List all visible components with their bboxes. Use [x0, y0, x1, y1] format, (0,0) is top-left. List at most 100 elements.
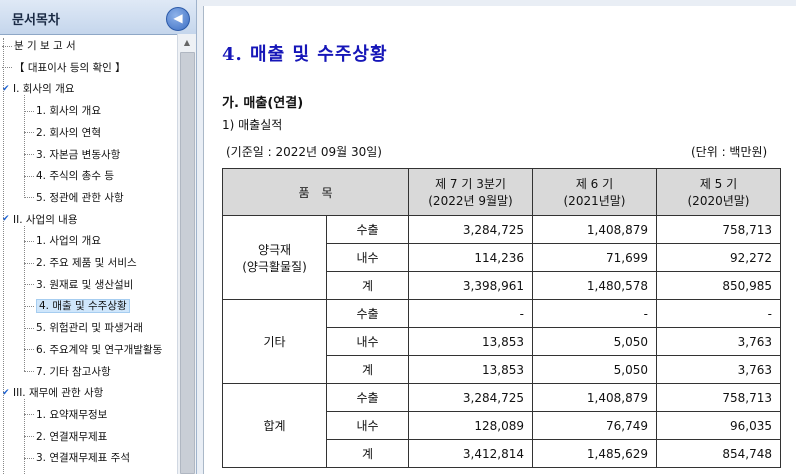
toc-item[interactable]: 【 대표이사 등의 확인 】 — [2, 58, 126, 78]
toc-item[interactable]: 5. 위험관리 및 파생거래 — [24, 318, 143, 338]
header-col-2: 제 6 기 (2021년말) — [532, 168, 657, 216]
toc-item-label: 5. 위험관리 및 파생거래 — [36, 322, 143, 335]
value-cell: 128,089 — [408, 411, 533, 440]
value-cell: 3,763 — [656, 327, 781, 356]
table-row: 합계 수출 3,284,725 1,408,879 758,713 — [222, 383, 781, 468]
table-header-row: 품 목 제 7 기 3분기 (2022년 9월말) 제 6 기 (2021년말) 제… — [222, 168, 781, 216]
value-cell: 96,035 — [656, 411, 781, 440]
value-cell: 5,050 — [532, 327, 657, 356]
group-name: 기타 — [263, 335, 286, 349]
unit-note: (단위 : 백만원) — [691, 145, 768, 159]
row-type-cell: 계 — [326, 355, 409, 384]
row-type-cell: 내수 — [326, 327, 409, 356]
scrollbar-thumb[interactable] — [180, 52, 195, 474]
toc-item[interactable]: 4. 재무제표 — [24, 470, 88, 474]
group-name-sub: (양극활물질) — [242, 259, 307, 274]
scroll-up-arrow-icon[interactable]: ▲ — [179, 36, 195, 50]
toc-item-label: 2. 연결재무제표 — [36, 430, 108, 443]
toc-item[interactable]: 3. 원재료 및 생산설비 — [24, 275, 133, 295]
toc-item[interactable]: ✔ I. 회사의 개요 — [2, 79, 74, 99]
toc-item[interactable]: 6. 주요계약 및 연구개발활동 — [24, 340, 162, 360]
toc-item[interactable]: 분 기 보 고 서 — [2, 36, 76, 56]
sidebar-scrollbar[interactable]: ▲ — [177, 34, 196, 474]
toc-item[interactable]: 1. 요약재무정보 — [24, 405, 107, 425]
tree-guide-line — [3, 38, 4, 474]
value-cell: 758,713 — [656, 215, 781, 244]
sub-heading: 가. 매출(연결) — [222, 96, 304, 111]
table-row: 양극재 (양극활물질) 수출 3,284,725 1,408,879 758,713 — [222, 215, 781, 300]
header-col-1: 제 7 기 3분기 (2022년 9월말) — [408, 168, 533, 216]
sales-table: 품 목 제 7 기 3분기 (2022년 9월말) 제 6 기 (2021년말) 제… — [222, 168, 781, 468]
value-cell: - — [408, 299, 533, 328]
row-type-cell: 수출 — [326, 383, 409, 412]
value-cell: 3,763 — [656, 355, 781, 384]
row-type-cell: 수출 — [326, 215, 409, 244]
row-type-cell: 수출 — [326, 299, 409, 328]
tree-connector — [24, 305, 34, 307]
value-cell: 114,236 — [408, 243, 533, 272]
value-cell: 76,749 — [532, 411, 657, 440]
header-col-3-line1: 제 5 기 — [699, 177, 738, 191]
toc-item[interactable]: ✔ III. 재무에 관한 사항 — [2, 383, 103, 403]
value-cell: 3,412,814 — [408, 439, 533, 468]
chevron-left-icon[interactable]: ◀ — [166, 7, 190, 31]
value-cell: 13,853 — [408, 327, 533, 356]
toc-item-label: 1. 요약재무정보 — [36, 408, 108, 421]
toc-item[interactable]: 7. 기타 참고사항 — [24, 362, 111, 382]
toc-item-label: 분 기 보 고 서 — [14, 40, 76, 52]
value-cell: - — [532, 299, 657, 328]
group-name-cell: 합계 — [222, 383, 327, 468]
header-item: 품 목 — [222, 168, 409, 216]
toc-item[interactable]: 2. 회사의 연혁 — [24, 123, 101, 143]
tree-connector — [24, 327, 34, 329]
tree-guide-line — [24, 95, 25, 198]
toc-item[interactable]: 2. 주요 제품 및 서비스 — [24, 253, 137, 273]
header-col-3-line2: (2020년말) — [687, 194, 750, 208]
tree-connector — [24, 284, 34, 286]
tree-connector — [24, 132, 34, 134]
date-note: (기준일 : 2022년 09월 30일) — [226, 145, 382, 159]
tree-connector — [24, 349, 34, 351]
value-cell: 3,284,725 — [408, 215, 533, 244]
toc-item-label: 2. 회사의 연혁 — [36, 126, 101, 139]
value-cell: 5,050 — [532, 355, 657, 384]
toc-item-label: 2. 주요 제품 및 서비스 — [36, 257, 137, 269]
value-cell: 3,398,961 — [408, 271, 533, 300]
toc-item[interactable]: 4. 주식의 총수 등 — [24, 166, 114, 186]
group-name: 합계 — [263, 419, 286, 433]
row-type-cell: 계 — [326, 439, 409, 468]
table-row: 기타 수출 - - - — [222, 299, 781, 384]
header-col-2-line2: (2021년말) — [563, 194, 626, 208]
tree-connector — [24, 154, 34, 155]
toc-item[interactable]: 5. 정관에 관한 사항 — [24, 188, 124, 208]
toc-item-label: 5. 정관에 관한 사항 — [36, 191, 124, 204]
row-type-cell: 내수 — [326, 411, 409, 440]
toc-item-label: 3. 자본금 변동사항 — [36, 148, 121, 161]
toc-item[interactable]: 3. 자본금 변동사항 — [24, 145, 120, 165]
tree-connector — [24, 414, 34, 416]
tree-connector — [24, 436, 34, 438]
toc-item-label: 4. 주식의 총수 등 — [36, 170, 114, 183]
toc-item[interactable]: 1. 사업의 개요 — [24, 231, 101, 251]
value-cell: 854,748 — [656, 439, 781, 468]
value-cell: 3,284,725 — [408, 383, 533, 412]
tree-guide-line — [24, 399, 25, 474]
toc-item-label: 4. 매출 및 수주상황 — [36, 299, 130, 314]
sub-sub-heading: 1) 매출실적 — [222, 118, 283, 132]
toc-item[interactable]: 4. 매출 및 수주상황 — [24, 296, 130, 316]
group-name-cell: 양극재 (양극활물질) — [222, 215, 327, 300]
toc-tree: 분 기 보 고 서 【 대표이사 등의 확인 】 ✔ I. 회사의 개요 1. 회사의 … — [0, 34, 176, 474]
tree-connector — [24, 197, 34, 199]
toc-item[interactable]: 1. 회사의 개요 — [24, 101, 101, 121]
toc-item[interactable]: 3. 연결재무제표 주석 — [24, 448, 130, 468]
section-title: 4. 매출 및 수주상황 — [222, 44, 388, 65]
toc-item-label: I. 회사의 개요 — [13, 83, 75, 96]
tree-connector — [24, 240, 34, 242]
value-cell: 92,272 — [656, 243, 781, 272]
tree-connector — [24, 262, 34, 264]
toc-item-label: 6. 주요계약 및 연구개발활동 — [36, 343, 163, 356]
value-cell: 13,853 — [408, 355, 533, 384]
toc-item[interactable]: ✔ II. 사업의 내용 — [2, 210, 78, 230]
tree-connector — [24, 457, 34, 459]
toc-item[interactable]: 2. 연결재무제표 — [24, 427, 107, 447]
